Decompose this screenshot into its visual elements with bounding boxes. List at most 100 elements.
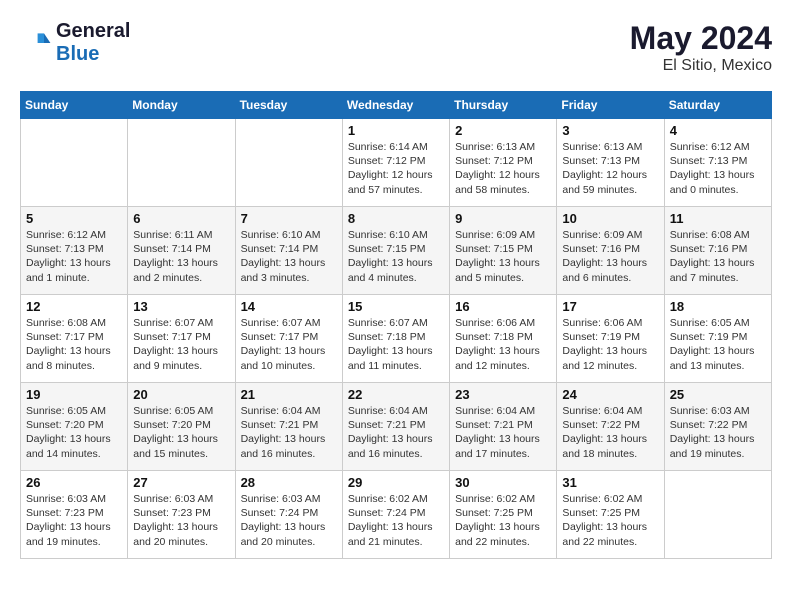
- calendar-cell: 14Sunrise: 6:07 AMSunset: 7:17 PMDayligh…: [235, 295, 342, 383]
- day-info: Sunrise: 6:14 AMSunset: 7:12 PMDaylight:…: [348, 140, 444, 197]
- day-number: 11: [670, 211, 766, 226]
- day-info: Sunrise: 6:09 AMSunset: 7:15 PMDaylight:…: [455, 228, 551, 285]
- day-number: 10: [562, 211, 658, 226]
- calendar-cell: 16 Sunrise: 6:06 AMSunset: 7:18 PMDayligh…: [450, 295, 557, 383]
- day-number: 16: [455, 299, 551, 314]
- day-info: Sunrise: 6:04 AMSunset: 7:21 PMDaylight:…: [455, 404, 551, 461]
- day-info: Sunrise: 6:10 AMSunset: 7:14 PMDaylight:…: [241, 228, 337, 285]
- day-number: 2: [455, 123, 551, 138]
- day-number: 24: [562, 387, 658, 402]
- day-number: 8: [348, 211, 444, 226]
- calendar-cell: 29Sunrise: 6:02 AMSunset: 7:24 PMDayligh…: [342, 471, 449, 559]
- day-info: Sunrise: 6:05 AMSunset: 7:19 PMDaylight:…: [670, 316, 766, 373]
- calendar-cell: 26 Sunrise: 6:03 AMSunset: 7:23 PMDayligh…: [21, 471, 128, 559]
- day-info: Sunrise: 6:03 AMSunset: 7:23 PMDaylight:…: [133, 492, 229, 549]
- day-number: 27: [133, 475, 229, 490]
- day-info: Sunrise: 6:05 AMSunset: 7:20 PMDaylight:…: [133, 404, 229, 461]
- day-number: 19: [26, 387, 122, 402]
- day-number: 20: [133, 387, 229, 402]
- calendar-week-4: 26 Sunrise: 6:03 AMSunset: 7:23 PMDayligh…: [21, 471, 772, 559]
- calendar-body: 1 Sunrise: 6:14 AMSunset: 7:12 PMDaylight…: [21, 119, 772, 559]
- day-info: Sunrise: 6:13 AMSunset: 7:13 PMDaylight:…: [562, 140, 658, 197]
- title-block: May 2024 El Sitio, Mexico: [630, 20, 772, 75]
- day-info: Sunrise: 6:13 AMSunset: 7:12 PMDaylight:…: [455, 140, 551, 197]
- day-number: 17: [562, 299, 658, 314]
- weekday-header-monday: Monday: [128, 92, 235, 119]
- calendar-cell: 28 Sunrise: 6:03 AMSunset: 7:24 PMDayligh…: [235, 471, 342, 559]
- day-number: 6: [133, 211, 229, 226]
- weekday-header-saturday: Saturday: [664, 92, 771, 119]
- calendar-cell: 20 Sunrise: 6:05 AMSunset: 7:20 PMDayligh…: [128, 383, 235, 471]
- day-number: 18: [670, 299, 766, 314]
- calendar-cell: 17Sunrise: 6:06 AMSunset: 7:19 PMDayligh…: [557, 295, 664, 383]
- logo-text: General Blue: [56, 20, 130, 66]
- calendar-cell: 7 Sunrise: 6:10 AMSunset: 7:14 PMDaylight…: [235, 207, 342, 295]
- calendar-cell: 22Sunrise: 6:04 AMSunset: 7:21 PMDayligh…: [342, 383, 449, 471]
- day-number: 7: [241, 211, 337, 226]
- page-header: General Blue May 2024 El Sitio, Mexico: [20, 20, 772, 75]
- day-number: 1: [348, 123, 444, 138]
- logo-icon: [20, 27, 52, 59]
- calendar-week-2: 12 Sunrise: 6:08 AMSunset: 7:17 PMDayligh…: [21, 295, 772, 383]
- calendar-cell: 6 Sunrise: 6:11 AMSunset: 7:14 PMDaylight…: [128, 207, 235, 295]
- calendar-cell: 23Sunrise: 6:04 AMSunset: 7:21 PMDayligh…: [450, 383, 557, 471]
- weekday-header-friday: Friday: [557, 92, 664, 119]
- calendar-cell: [21, 119, 128, 207]
- calendar-cell: 2 Sunrise: 6:13 AMSunset: 7:12 PMDaylight…: [450, 119, 557, 207]
- calendar-cell: [128, 119, 235, 207]
- day-info: Sunrise: 6:08 AMSunset: 7:16 PMDaylight:…: [670, 228, 766, 285]
- location: El Sitio, Mexico: [630, 57, 772, 75]
- day-number: 9: [455, 211, 551, 226]
- weekday-header-wednesday: Wednesday: [342, 92, 449, 119]
- calendar-cell: 5Sunrise: 6:12 AMSunset: 7:13 PMDaylight…: [21, 207, 128, 295]
- day-info: Sunrise: 6:06 AMSunset: 7:18 PMDaylight:…: [455, 316, 551, 373]
- day-info: Sunrise: 6:10 AMSunset: 7:15 PMDaylight:…: [348, 228, 444, 285]
- day-info: Sunrise: 6:03 AMSunset: 7:23 PMDaylight:…: [26, 492, 122, 549]
- calendar-cell: 3Sunrise: 6:13 AMSunset: 7:13 PMDaylight…: [557, 119, 664, 207]
- calendar-cell: [235, 119, 342, 207]
- day-info: Sunrise: 6:12 AMSunset: 7:13 PMDaylight:…: [670, 140, 766, 197]
- calendar-cell: 31 Sunrise: 6:02 AMSunset: 7:25 PMDayligh…: [557, 471, 664, 559]
- calendar-cell: 11 Sunrise: 6:08 AMSunset: 7:16 PMDayligh…: [664, 207, 771, 295]
- calendar-cell: 15Sunrise: 6:07 AMSunset: 7:18 PMDayligh…: [342, 295, 449, 383]
- day-number: 25: [670, 387, 766, 402]
- day-number: 14: [241, 299, 337, 314]
- day-info: Sunrise: 6:04 AMSunset: 7:21 PMDaylight:…: [241, 404, 337, 461]
- day-info: Sunrise: 6:04 AMSunset: 7:22 PMDaylight:…: [562, 404, 658, 461]
- calendar-cell: 10 Sunrise: 6:09 AMSunset: 7:16 PMDayligh…: [557, 207, 664, 295]
- day-info: Sunrise: 6:09 AMSunset: 7:16 PMDaylight:…: [562, 228, 658, 285]
- month-title: May 2024: [630, 20, 772, 57]
- day-number: 15: [348, 299, 444, 314]
- day-info: Sunrise: 6:02 AMSunset: 7:25 PMDaylight:…: [562, 492, 658, 549]
- day-info: Sunrise: 6:03 AMSunset: 7:22 PMDaylight:…: [670, 404, 766, 461]
- day-number: 30: [455, 475, 551, 490]
- weekday-header-thursday: Thursday: [450, 92, 557, 119]
- day-number: 13: [133, 299, 229, 314]
- day-number: 26: [26, 475, 122, 490]
- calendar-cell: 12 Sunrise: 6:08 AMSunset: 7:17 PMDayligh…: [21, 295, 128, 383]
- calendar-cell: 13Sunrise: 6:07 AMSunset: 7:17 PMDayligh…: [128, 295, 235, 383]
- day-info: Sunrise: 6:02 AMSunset: 7:24 PMDaylight:…: [348, 492, 444, 549]
- day-number: 12: [26, 299, 122, 314]
- calendar-cell: 1 Sunrise: 6:14 AMSunset: 7:12 PMDaylight…: [342, 119, 449, 207]
- calendar-cell: 24 Sunrise: 6:04 AMSunset: 7:22 PMDayligh…: [557, 383, 664, 471]
- day-info: Sunrise: 6:11 AMSunset: 7:14 PMDaylight:…: [133, 228, 229, 285]
- calendar-week-3: 19 Sunrise: 6:05 AMSunset: 7:20 PMDayligh…: [21, 383, 772, 471]
- weekday-header-sunday: Sunday: [21, 92, 128, 119]
- calendar-cell: 9 Sunrise: 6:09 AMSunset: 7:15 PMDaylight…: [450, 207, 557, 295]
- logo: General Blue: [20, 20, 130, 66]
- day-number: 28: [241, 475, 337, 490]
- calendar-cell: 8 Sunrise: 6:10 AMSunset: 7:15 PMDaylight…: [342, 207, 449, 295]
- day-info: Sunrise: 6:04 AMSunset: 7:21 PMDaylight:…: [348, 404, 444, 461]
- calendar-cell: 19 Sunrise: 6:05 AMSunset: 7:20 PMDayligh…: [21, 383, 128, 471]
- day-number: 21: [241, 387, 337, 402]
- day-info: Sunrise: 6:08 AMSunset: 7:17 PMDaylight:…: [26, 316, 122, 373]
- calendar-cell: 4Sunrise: 6:12 AMSunset: 7:13 PMDaylight…: [664, 119, 771, 207]
- calendar-cell: 27 Sunrise: 6:03 AMSunset: 7:23 PMDayligh…: [128, 471, 235, 559]
- weekday-header-row: SundayMondayTuesdayWednesdayThursdayFrid…: [21, 92, 772, 119]
- day-number: 31: [562, 475, 658, 490]
- calendar-cell: 25 Sunrise: 6:03 AMSunset: 7:22 PMDayligh…: [664, 383, 771, 471]
- day-info: Sunrise: 6:03 AMSunset: 7:24 PMDaylight:…: [241, 492, 337, 549]
- weekday-header-tuesday: Tuesday: [235, 92, 342, 119]
- day-info: Sunrise: 6:05 AMSunset: 7:20 PMDaylight:…: [26, 404, 122, 461]
